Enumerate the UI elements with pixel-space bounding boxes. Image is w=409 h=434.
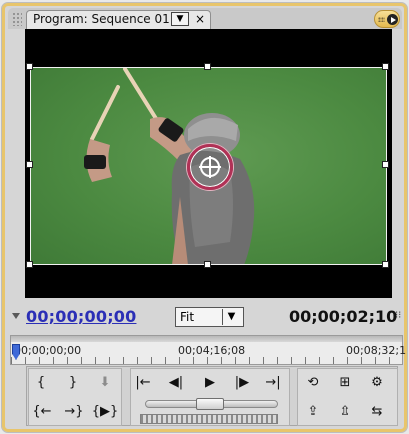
safe-margins-button[interactable]: ⊞ [334,373,356,393]
transform-handle-bottom[interactable] [204,261,211,268]
zoom-level-value: Fit [180,310,195,324]
viewing-area-bar[interactable] [11,336,402,342]
current-timecode[interactable]: 00;00;00;00 [26,306,136,328]
step-back-button[interactable]: ◀| [165,373,187,393]
lift-button[interactable]: ⇪ [302,402,324,422]
tab-menu-button[interactable]: ▼ [171,12,189,26]
chevron-down-icon[interactable]: ▼ [222,309,240,325]
jog-disk[interactable] [140,414,278,424]
ruler-label-middle: 00;04;16;08 [178,344,246,357]
step-forward-button[interactable]: |▶ [231,373,253,393]
play-menu-icon [387,14,398,25]
crosshair-icon [199,156,221,178]
tab-close-icon[interactable]: × [194,11,206,27]
mark-out-button[interactable]: } [62,373,84,393]
go-to-out-button[interactable]: →} [60,402,88,422]
ruler-label-end: 00;08;32;1 [346,344,407,357]
ruler-ticks [11,357,402,364]
loop-button[interactable]: ⟲ [302,373,324,393]
transform-handle-bottom-right[interactable] [382,261,389,268]
grip-icon[interactable] [12,12,22,26]
set-marker-button[interactable]: ⬇ [94,373,116,393]
export-frame-button[interactable]: ⇆ [366,402,388,422]
shuttle-handle[interactable] [196,398,224,410]
play-in-to-out-button[interactable]: {▶} [90,402,120,422]
triangle-down-icon[interactable] [12,313,20,319]
transform-handle-top[interactable] [204,63,211,70]
output-button[interactable]: ⚙ [366,373,388,393]
transform-handle-left[interactable] [26,161,33,168]
tab-label: Program: Sequence 01 [33,12,170,26]
ruler-end-icon[interactable]: ⁝⁝ [395,309,407,323]
go-to-next-edit-button[interactable]: →| [262,373,284,393]
duration-timecode: 00;00;02;10 [289,307,398,326]
go-to-previous-edit-button[interactable]: |← [132,373,154,393]
extract-button[interactable]: ⇫ [334,402,356,422]
anchor-point-icon[interactable] [187,144,233,190]
ruler-label-start: 00;00;00;00 [14,344,82,357]
grip-dots-icon [378,17,385,22]
transform-handle-top-left[interactable] [26,63,33,70]
transform-handle-right[interactable] [382,161,389,168]
go-to-in-button[interactable]: {← [28,402,56,422]
play-button[interactable]: ▶ [199,373,221,393]
transform-handle-bottom-left[interactable] [26,261,33,268]
panel-menu-icon[interactable] [374,10,400,28]
mark-in-button[interactable]: { [30,373,52,393]
transform-handle-top-right[interactable] [382,63,389,70]
